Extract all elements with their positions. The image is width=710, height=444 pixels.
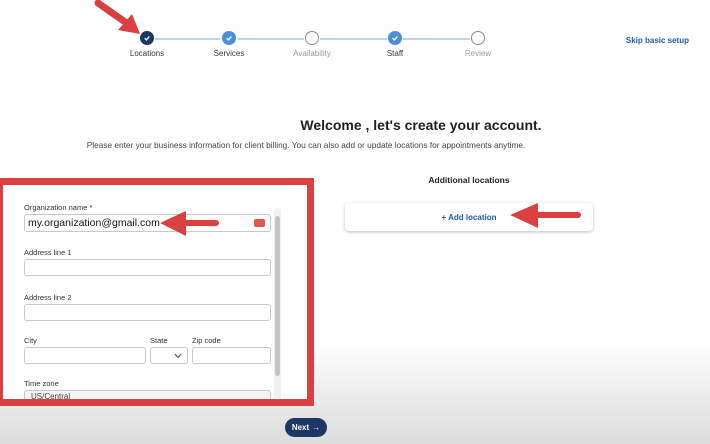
empty-step-icon — [471, 31, 485, 45]
zip-input[interactable] — [192, 347, 271, 364]
step-services[interactable]: Services — [189, 31, 269, 58]
chevron-down-icon — [174, 353, 182, 359]
business-info-form: Organization name * my.organization@gmai… — [0, 178, 314, 406]
step-label: Services — [213, 49, 245, 58]
timezone-select[interactable]: US/Central — [24, 390, 271, 401]
additional-locations-title: Additional locations — [428, 175, 510, 185]
next-label: Next — [291, 423, 310, 432]
state-select[interactable] — [150, 347, 188, 364]
step-label: Availability — [293, 49, 331, 58]
page-subtitle: Please enter your business information f… — [86, 140, 526, 150]
state-label: State — [150, 336, 168, 345]
address1-input[interactable] — [24, 259, 271, 276]
annotation-arrow-icon — [160, 211, 219, 236]
page-title: Welcome , let's create your account. — [300, 117, 542, 133]
address2-label: Address line 2 — [24, 293, 72, 302]
org-name-input[interactable]: my.organization@gmail.com — [24, 214, 271, 232]
arrow-right-icon: → — [312, 423, 321, 432]
org-name-value: my.organization@gmail.com — [28, 217, 160, 229]
city-input[interactable] — [24, 347, 146, 364]
scroll-thumb[interactable] — [275, 216, 280, 376]
check-icon — [388, 31, 402, 45]
step-review[interactable]: Review — [438, 31, 518, 58]
city-label: City — [24, 336, 37, 345]
step-label: Review — [464, 49, 492, 58]
step-availability[interactable]: Availability — [272, 31, 352, 58]
address1-label: Address line 1 — [24, 248, 72, 257]
org-name-label: Organization name * — [24, 203, 93, 212]
next-button[interactable]: Next → — [285, 418, 327, 437]
skip-setup-link[interactable]: Skip basic setup — [626, 36, 689, 45]
annotation-arrow-icon — [510, 203, 581, 228]
timezone-label: Time zone — [24, 379, 59, 388]
step-label: Staff — [386, 49, 404, 58]
autofill-badge-icon[interactable] — [254, 219, 265, 227]
zip-label: Zip code — [192, 336, 221, 345]
form-scrollbar[interactable] — [274, 208, 281, 399]
annotation-arrow-icon — [94, 0, 140, 34]
check-icon — [222, 31, 236, 45]
address2-input[interactable] — [24, 304, 271, 321]
timezone-value: US/Central — [31, 392, 71, 401]
add-location-link[interactable]: + Add location — [441, 213, 496, 222]
empty-step-icon — [305, 31, 319, 45]
step-staff[interactable]: Staff — [355, 31, 435, 58]
step-label: Locations — [129, 49, 165, 58]
